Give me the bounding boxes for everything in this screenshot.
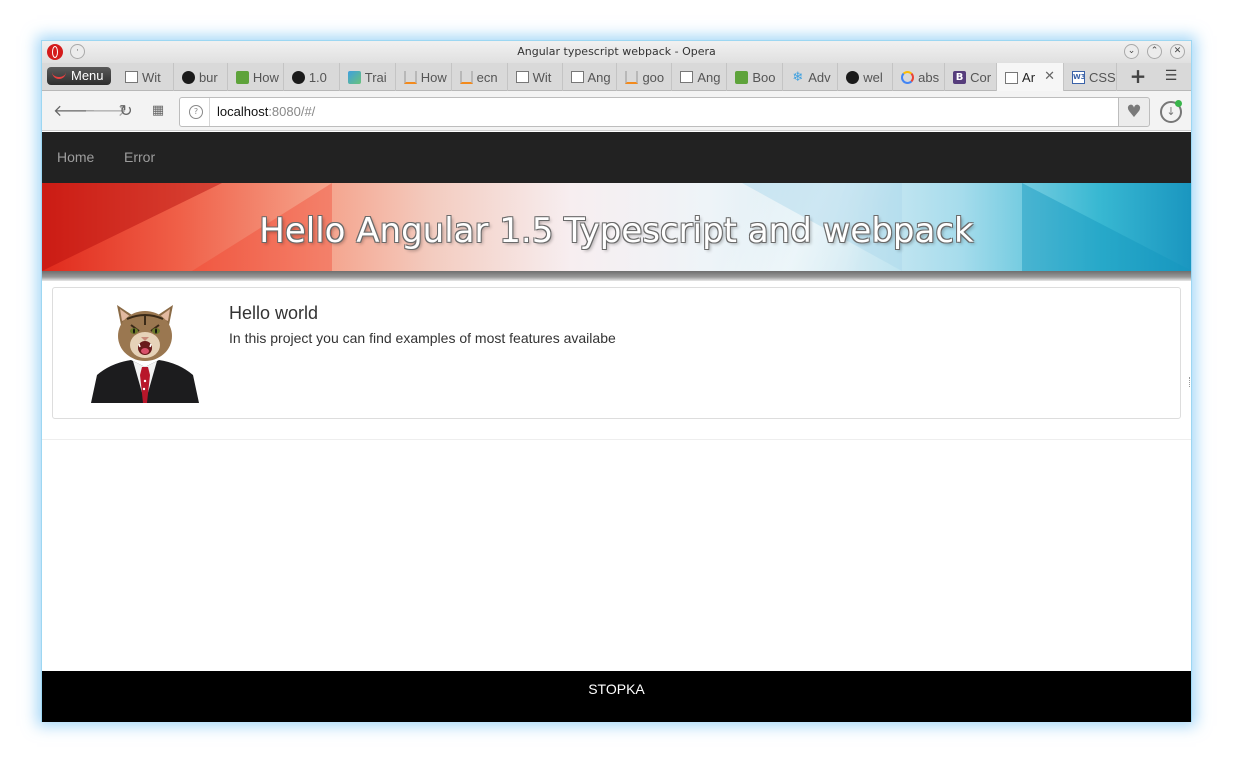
tab-3[interactable]: 1.0 xyxy=(284,63,340,91)
url-separator xyxy=(209,98,210,126)
url-field[interactable]: ? localhost:8080/#/ xyxy=(179,97,1142,127)
hero-banner: Hello Angular 1.5 Typescript and webpack xyxy=(42,183,1191,271)
browser-window: · Angular typescript webpack - Opera ⌄ ⌃… xyxy=(41,40,1192,722)
forward-icon[interactable]: 🡒 xyxy=(84,101,127,121)
tab-label: Boo xyxy=(752,69,776,85)
speed-dial-icon[interactable]: ▦ xyxy=(148,101,168,121)
close-window-icon[interactable]: ✕ xyxy=(1170,44,1185,59)
site-navbar: Home Error xyxy=(42,132,1191,183)
tab-label: wel xyxy=(863,69,883,85)
window-title: Angular typescript webpack - Opera xyxy=(517,45,716,58)
tab-label: Ang xyxy=(587,69,611,85)
google-icon xyxy=(901,70,915,84)
tab-14[interactable]: abs xyxy=(893,63,946,91)
stackoverflow-icon xyxy=(403,70,417,84)
tab-label: ecn xyxy=(476,69,498,85)
card-description: In this project you can find examples of… xyxy=(229,330,616,346)
back-icon[interactable]: 🡐 xyxy=(53,101,96,121)
download-status-dot xyxy=(1175,100,1182,107)
bookmark-heart-icon[interactable]: ♥ xyxy=(1118,97,1150,127)
tab-label: Cor xyxy=(970,69,992,85)
tab-12[interactable]: ❄ Adv xyxy=(783,63,839,91)
github-icon xyxy=(846,70,860,84)
menu-label: Menu xyxy=(71,68,104,83)
tab-strip: Menu Wit bur How 1.0 Trai How ecn Wit Ang goo Ang B… xyxy=(42,63,1191,92)
tab-13[interactable]: wel xyxy=(838,63,894,91)
tab-1[interactable]: bur xyxy=(174,63,228,91)
tab-2[interactable]: How xyxy=(228,63,284,91)
tab-label: goo xyxy=(642,69,665,85)
tab-4[interactable]: Trai xyxy=(340,63,396,91)
new-tab-icon[interactable]: + xyxy=(1127,66,1149,88)
translate-icon xyxy=(347,70,361,84)
bootstrap-icon: B xyxy=(953,70,967,84)
tab-label: Wit xyxy=(532,69,552,85)
close-tab-icon[interactable]: ✕ xyxy=(1044,69,1055,84)
tab-8[interactable]: Ang xyxy=(563,63,618,91)
reload-icon[interactable]: ↻ xyxy=(116,101,136,121)
tab-0[interactable]: Wit xyxy=(117,63,174,91)
tab-label: How xyxy=(420,69,447,85)
tab-label: abs xyxy=(918,69,940,85)
snowflake-icon: ❄ xyxy=(792,69,804,85)
cat-in-suit-image xyxy=(91,305,199,403)
w3schools-icon xyxy=(735,70,749,84)
tab-label: Adv xyxy=(808,69,831,85)
hero-title: Hello Angular 1.5 Typescript and webpack xyxy=(259,211,974,251)
resize-grip[interactable] xyxy=(1189,377,1191,387)
content-divider xyxy=(42,439,1191,440)
footer-text: STOPKA xyxy=(588,681,645,697)
tab-15[interactable]: B Cor xyxy=(945,63,998,91)
document-icon xyxy=(1005,71,1019,84)
tab-17[interactable]: W3 CSS xyxy=(1064,63,1117,91)
address-bar: 🡐 🡒 ↻ ▦ ? localhost:8080/#/ ♥ ↓ xyxy=(42,91,1191,131)
site-footer: STOPKA xyxy=(42,671,1191,722)
menu-button[interactable]: Menu xyxy=(47,67,111,85)
tab-label: bur xyxy=(198,69,218,85)
tab-label: 1.0 xyxy=(308,69,327,85)
github-icon xyxy=(291,70,305,84)
page-viewport: Home Error Hello Angular 1.5 Typescript … xyxy=(42,132,1191,722)
tabs-list: Wit bur How 1.0 Trai How ecn Wit Ang goo Ang Boo ❄ Ad… xyxy=(117,63,1117,92)
tab-label: Trai xyxy=(364,69,387,85)
document-icon xyxy=(515,71,529,83)
nav-home-link[interactable]: Home xyxy=(57,149,94,165)
nav-error-link[interactable]: Error xyxy=(124,149,155,165)
tab-5[interactable]: How xyxy=(396,63,452,91)
github-icon xyxy=(181,70,195,84)
title-bar: · Angular typescript webpack - Opera ⌄ ⌃… xyxy=(42,41,1191,63)
w3c-icon: W3 xyxy=(1071,70,1086,84)
card-title: Hello world xyxy=(229,303,319,323)
tab-label: Ang xyxy=(697,69,721,85)
hero-shadow xyxy=(42,271,1191,281)
tab-label: Ar xyxy=(1022,70,1036,85)
opera-menu-icon xyxy=(52,69,66,79)
stackoverflow-icon xyxy=(625,70,639,84)
tab-label: CSS xyxy=(1088,69,1116,85)
w3schools-icon xyxy=(235,70,249,84)
tab-10[interactable]: Ang xyxy=(672,63,728,91)
tab-7[interactable]: Wit xyxy=(508,63,563,91)
tab-label: How xyxy=(252,69,279,85)
tab-menu-icon[interactable]: ☰ xyxy=(1160,68,1182,86)
tab-16[interactable]: Ar ✕ xyxy=(997,63,1064,92)
welcome-card: Hello world In this project you can find… xyxy=(52,287,1181,419)
document-icon xyxy=(125,71,138,83)
tab-9[interactable]: goo xyxy=(617,63,673,91)
tab-6[interactable]: ecn xyxy=(452,63,508,91)
maximize-icon[interactable]: ⌃ xyxy=(1147,44,1162,59)
minimize-icon[interactable]: ⌄ xyxy=(1124,44,1139,59)
document-icon xyxy=(680,71,694,83)
document-icon xyxy=(570,71,584,83)
tab-11[interactable]: Boo xyxy=(727,63,784,91)
tab-label: Wit xyxy=(142,69,161,85)
site-info-icon[interactable]: ? xyxy=(189,105,203,119)
url-text[interactable]: localhost:8080/#/ xyxy=(217,104,315,119)
stackoverflow-icon xyxy=(459,70,473,84)
